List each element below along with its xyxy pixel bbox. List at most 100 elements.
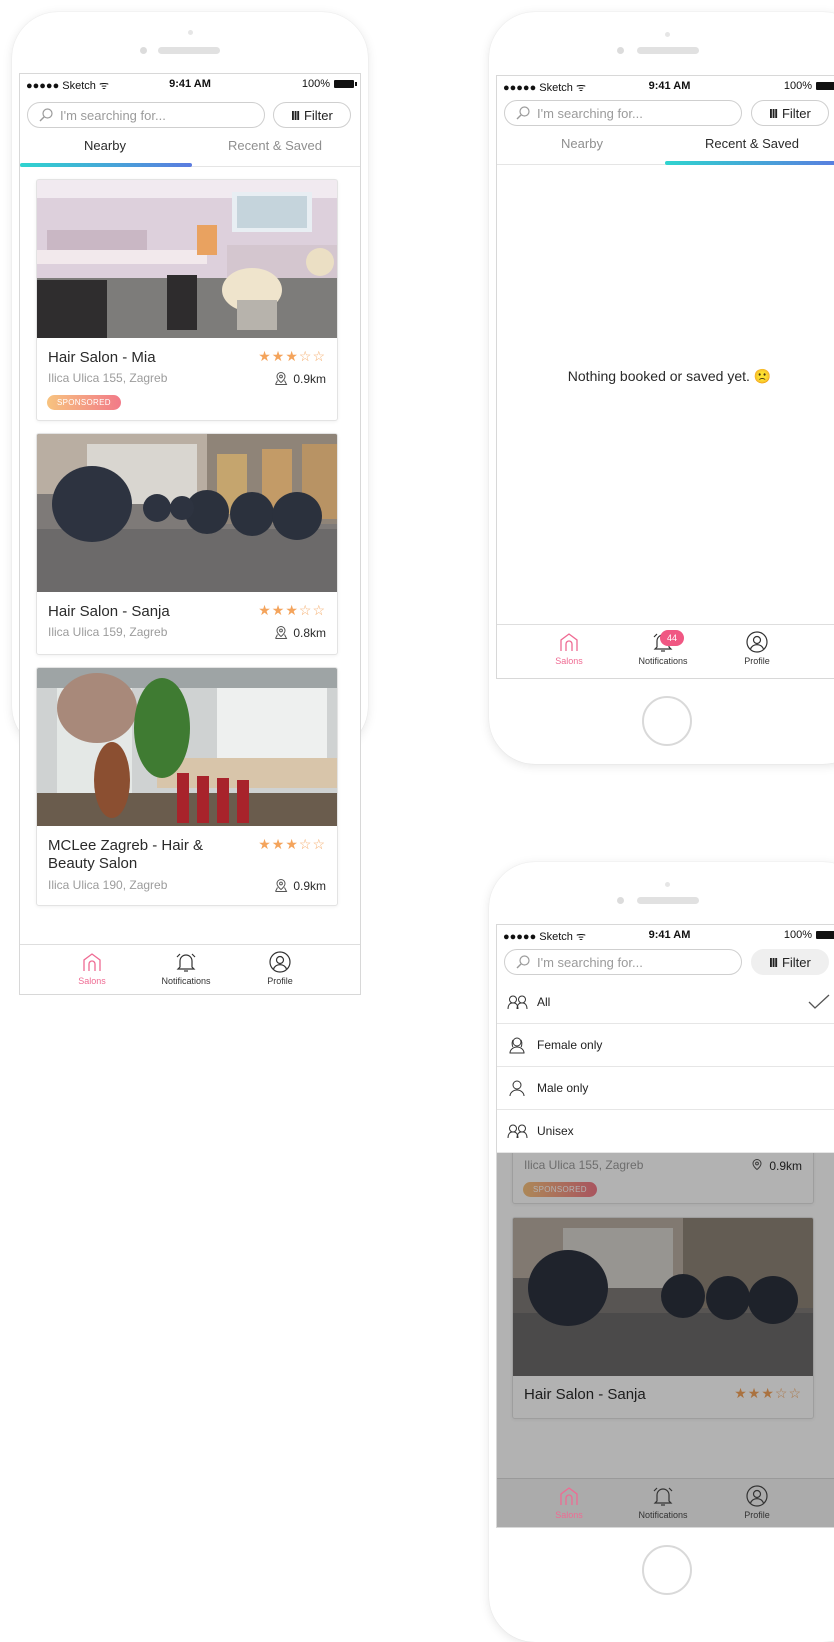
- home-icon: [560, 1487, 578, 1505]
- filter-label: Filter: [303, 107, 333, 123]
- speaker: [637, 47, 699, 54]
- search-icon: [516, 106, 530, 120]
- battery: 100%: [302, 78, 357, 90]
- camera: [140, 47, 147, 54]
- tab-recent-saved[interactable]: Recent & Saved: [667, 130, 834, 160]
- nav-salons[interactable]: Salons: [52, 950, 132, 986]
- nav-profile[interactable]: Profile: [717, 630, 797, 666]
- salon-name: Hair Salon - Mia: [48, 349, 156, 366]
- sensor: [188, 30, 193, 35]
- rating-stars: ★★★☆☆: [258, 602, 326, 619]
- nav-salons-label: Salons: [78, 976, 106, 986]
- salon-address: Ilica Ulica 155, Zagreb: [48, 371, 168, 385]
- sensor: [665, 882, 670, 887]
- home-button[interactable]: [642, 1545, 692, 1595]
- filter-option-label: Unisex: [537, 1124, 574, 1138]
- profile-icon: [746, 1485, 768, 1507]
- tab-recent-saved[interactable]: Recent & Saved: [190, 132, 360, 162]
- salon-card[interactable]: Hair Salon - Sanja Ilica Ulica 159, Zagr…: [36, 433, 338, 655]
- star-filled-icon: ★★★: [258, 602, 299, 618]
- unisex-icon: [507, 1124, 528, 1139]
- home-icon: [83, 953, 101, 971]
- salon-card[interactable]: MCLee Zagreb - Hair & Beauty Salon Ilica…: [36, 667, 338, 906]
- salon-photo: [37, 668, 337, 826]
- filter-option-label: Female only: [537, 1038, 603, 1052]
- salon-address: Ilica Ulica 190, Zagreb: [48, 878, 168, 892]
- filter-button[interactable]: III Filter: [751, 949, 829, 975]
- distance: 0.9km: [274, 371, 326, 386]
- tab-nearby[interactable]: Nearby: [20, 132, 190, 162]
- female-icon: [509, 1037, 525, 1054]
- nav-profile-label: Profile: [744, 1510, 770, 1520]
- male-icon: [509, 1080, 525, 1097]
- home-button[interactable]: [642, 696, 692, 746]
- battery: 100%: [784, 80, 834, 92]
- nav-salons-label: Salons: [555, 656, 583, 666]
- salon-card[interactable]: Hair Salon - Mia Ilica Ulica 155, Zagreb…: [36, 179, 338, 421]
- salon-name: Hair Salon - Sanja: [48, 603, 170, 620]
- checkmark-icon: [808, 994, 830, 1009]
- speaker: [637, 897, 699, 904]
- nav-notifications[interactable]: Notifications: [146, 950, 226, 986]
- star-empty-icon: ☆☆: [298, 602, 326, 618]
- screen-nearby: ●●●●● Sketch ᯤ 9:41 AM 100% I'm searchin…: [19, 73, 361, 995]
- star-empty-icon: ☆☆: [298, 348, 326, 364]
- filter-label: Filter: [781, 105, 811, 121]
- bottom-nav: Salons Notifications Profile: [497, 1478, 834, 1527]
- filter-button[interactable]: III Filter: [273, 102, 351, 128]
- search-input[interactable]: I'm searching for...: [27, 102, 265, 128]
- filter-option-all[interactable]: All: [497, 981, 834, 1024]
- profile-icon: [746, 631, 768, 653]
- nav-notifications-label: Notifications: [161, 976, 211, 986]
- filter-option-male[interactable]: Male only: [497, 1067, 834, 1110]
- filter-option-unisex[interactable]: Unisex: [497, 1110, 834, 1153]
- nav-salons[interactable]: Salons: [529, 630, 609, 666]
- bottom-nav: Salons Notifications Profile: [20, 944, 360, 993]
- filter-button[interactable]: III Filter: [751, 100, 829, 126]
- camera: [617, 897, 624, 904]
- profile-icon: [269, 951, 291, 973]
- nav-notifications-label: Notifications: [638, 656, 688, 666]
- nav-salons[interactable]: Salons: [529, 1484, 609, 1520]
- star-empty-icon: ☆☆: [298, 836, 326, 852]
- bell-icon: [653, 1487, 673, 1506]
- tab-bar: Nearby Recent & Saved: [497, 130, 834, 165]
- empty-state-message: Nothing booked or saved yet. 🙁: [567, 368, 772, 384]
- distance: 0.8km: [274, 625, 326, 640]
- nav-profile[interactable]: Profile: [717, 1484, 797, 1520]
- filter-icon: III: [291, 107, 300, 123]
- tab-nearby[interactable]: Nearby: [497, 130, 667, 160]
- filter-option-label: All: [537, 995, 551, 1009]
- tab-indicator: [665, 161, 834, 165]
- sensor: [665, 32, 670, 37]
- nav-profile-label: Profile: [744, 656, 770, 666]
- filter-option-female[interactable]: Female only: [497, 1024, 834, 1067]
- nav-profile[interactable]: Profile: [240, 950, 320, 986]
- nav-notifications[interactable]: Notifications: [623, 1484, 703, 1520]
- sponsored-badge: SPONSORED: [47, 395, 121, 410]
- rating-stars: ★★★☆☆: [258, 836, 326, 853]
- search-icon: [39, 108, 53, 122]
- status-bar: ●●●●● Sketch ᯤ 9:41 AM 100%: [497, 925, 834, 945]
- search-placeholder: I'm searching for...: [537, 105, 643, 121]
- salon-name: MCLee Zagreb - Hair & Beauty Salon: [48, 837, 204, 872]
- salon-photo: [37, 434, 337, 592]
- filter-option-label: Male only: [537, 1081, 589, 1095]
- location-pin-icon: [275, 371, 288, 385]
- camera: [617, 47, 624, 54]
- home-icon: [560, 633, 578, 651]
- rating-stars: ★★★☆☆: [258, 348, 326, 365]
- search-input[interactable]: I'm searching for...: [504, 949, 742, 975]
- gender-filter-menu: All Female only Male only Unisex: [497, 981, 834, 1153]
- star-filled-icon: ★★★: [258, 836, 299, 852]
- search-placeholder: I'm searching for...: [537, 954, 643, 970]
- distance-value: 0.9km: [293, 878, 326, 893]
- unisex-icon: [507, 995, 528, 1010]
- nav-profile-label: Profile: [267, 976, 293, 986]
- salon-photo: [37, 180, 337, 338]
- nav-notifications-label: Notifications: [638, 1510, 688, 1520]
- location-pin-icon: [275, 878, 288, 892]
- nav-salons-label: Salons: [555, 1510, 583, 1520]
- search-input[interactable]: I'm searching for...: [504, 100, 742, 126]
- status-bar: ●●●●● Sketch ᯤ 9:41 AM 100%: [497, 76, 834, 96]
